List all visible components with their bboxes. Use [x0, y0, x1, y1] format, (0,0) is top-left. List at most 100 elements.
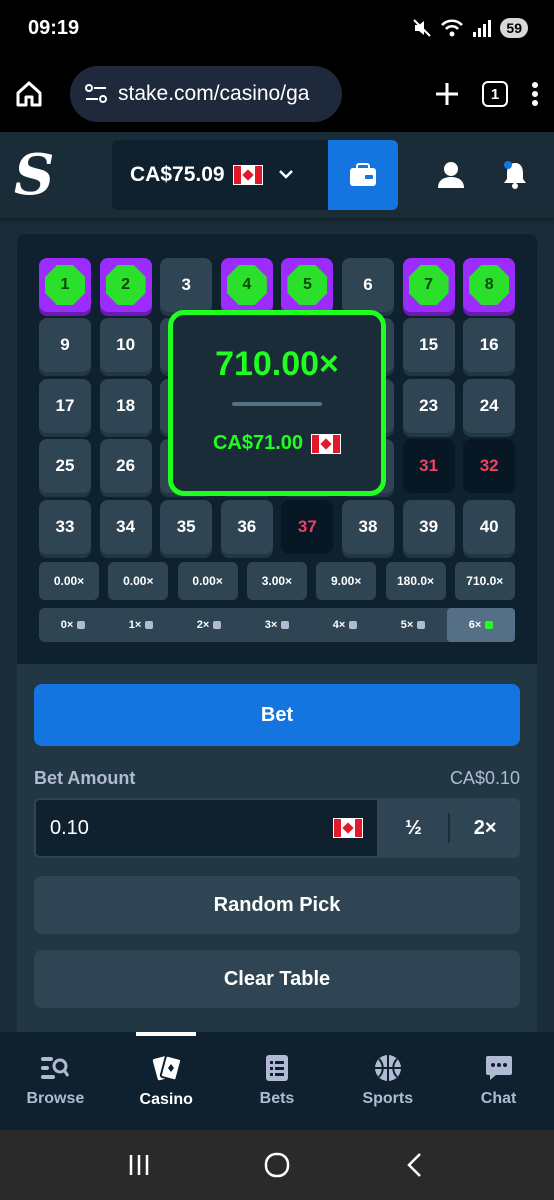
bet-controls: Bet Bet Amount CA$0.10 0.10 ½ 2× Random …: [17, 664, 537, 1034]
keno-tile[interactable]: 8: [463, 258, 516, 312]
payout-multiplier: 180.0×: [385, 562, 446, 600]
gem-icon: 8: [469, 265, 510, 305]
system-nav-bar: [0, 1130, 554, 1200]
hit-indicator-icon: [349, 621, 358, 629]
site-header: S CA$75.09: [0, 132, 554, 218]
keno-tile[interactable]: 15: [402, 318, 455, 373]
balance-selector[interactable]: CA$75.09: [112, 140, 328, 210]
keno-tile[interactable]: 9: [39, 318, 91, 373]
gem-icon: 1: [45, 265, 85, 305]
hit-count-label: 4×: [332, 619, 346, 631]
keno-tile[interactable]: 38: [342, 499, 394, 554]
hit-count-label: 2×: [196, 619, 210, 631]
browser-bar: stake.com/casino/ga 1: [0, 56, 554, 132]
status-icons: 59: [412, 18, 528, 38]
keno-tile[interactable]: 33: [39, 499, 91, 554]
keno-tile[interactable]: 35: [160, 499, 213, 554]
keno-tile[interactable]: 31: [402, 439, 455, 494]
keno-tile[interactable]: 1: [39, 258, 91, 312]
hit-count: 5×: [379, 608, 447, 642]
nav-bets-label: Bets: [259, 1090, 295, 1107]
bet-amount-input[interactable]: 0.10: [34, 798, 379, 858]
user-icon[interactable]: [436, 160, 466, 190]
bet-amount-fiat: CA$0.10: [449, 768, 520, 788]
mute-icon: [413, 19, 432, 37]
status-bar: 09:19 59: [0, 0, 554, 56]
stake-logo[interactable]: S: [14, 142, 84, 208]
keno-tile[interactable]: 4: [220, 258, 273, 312]
wifi-icon: [441, 19, 464, 37]
random-pick-button[interactable]: Random Pick: [34, 876, 520, 934]
sports-icon: [374, 1055, 401, 1081]
wallet: CA$75.09: [112, 140, 398, 210]
nav-sports[interactable]: Sports: [332, 1032, 443, 1130]
keno-tile[interactable]: 36: [220, 499, 273, 554]
nav-browse-label: Browse: [26, 1090, 85, 1107]
bets-icon: [265, 1055, 288, 1081]
keno-tile[interactable]: 5: [281, 258, 334, 312]
chat-icon: [485, 1056, 512, 1080]
casino-icon: [153, 1054, 182, 1082]
back-icon[interactable]: [400, 1150, 430, 1180]
hits-bar: 0× 1× 2× 3× 4× 5× 6×: [39, 608, 515, 642]
keno-tile[interactable]: 37: [281, 499, 334, 554]
keno-tile[interactable]: 18: [99, 378, 152, 433]
hit-count: 6×: [447, 608, 515, 642]
keno-tile[interactable]: 40: [463, 499, 516, 554]
keno-tile[interactable]: 25: [39, 439, 91, 494]
browser-actions: 1: [434, 81, 540, 107]
nav-sports-label: Sports: [362, 1090, 414, 1107]
hit-indicator-icon: [77, 621, 86, 629]
recent-apps-icon[interactable]: [124, 1150, 154, 1180]
notification-bell-icon[interactable]: [500, 160, 530, 190]
keno-tile[interactable]: 24: [463, 378, 516, 433]
more-menu-icon[interactable]: [530, 81, 540, 107]
url-bar[interactable]: stake.com/casino/ga: [70, 66, 342, 122]
site-settings-icon[interactable]: [84, 83, 108, 105]
nav-browse[interactable]: Browse: [0, 1032, 111, 1130]
bet-amount-label: Bet Amount: [34, 768, 136, 788]
nav-chat[interactable]: Chat: [443, 1032, 554, 1130]
keno-tile[interactable]: 34: [99, 499, 152, 554]
keno-tile[interactable]: 17: [39, 378, 91, 433]
tab-switcher-button[interactable]: 1: [482, 81, 508, 107]
half-bet-button[interactable]: ½: [379, 798, 449, 858]
new-tab-icon[interactable]: [434, 81, 460, 107]
keno-tile[interactable]: 2: [99, 258, 152, 312]
clear-table-button[interactable]: Clear Table: [34, 950, 520, 1008]
hit-count: 0×: [39, 608, 107, 642]
payout-multiplier: 0.00×: [108, 562, 169, 600]
keno-tile[interactable]: 23: [402, 378, 455, 433]
home-icon[interactable]: [14, 79, 44, 109]
status-time: 09:19: [28, 16, 80, 39]
bet-button[interactable]: Bet: [34, 684, 520, 746]
nav-bets[interactable]: Bets: [222, 1032, 333, 1130]
hit-count-label: 3×: [264, 619, 278, 631]
wallet-icon: [350, 163, 376, 186]
nav-casino[interactable]: Casino: [111, 1032, 222, 1130]
system-home-icon[interactable]: [262, 1150, 292, 1180]
keno-tile[interactable]: 10: [99, 318, 152, 373]
payout-multiplier: 0.00×: [39, 562, 99, 600]
payout-multiplier: 3.00×: [246, 562, 307, 600]
hit-count-label: 1×: [128, 619, 142, 631]
bottom-nav: Browse Casino Bets Sports Chat: [0, 1032, 554, 1130]
keno-tile[interactable]: 39: [402, 499, 455, 554]
signal-icon: [473, 20, 492, 37]
nav-chat-label: Chat: [480, 1090, 517, 1107]
keno-tile[interactable]: 6: [342, 258, 394, 312]
payout-multiplier: 710.0×: [454, 562, 515, 600]
keno-tile[interactable]: 16: [463, 318, 516, 373]
keno-tile[interactable]: 32: [463, 439, 516, 494]
keno-tile[interactable]: 7: [402, 258, 455, 312]
keno-tile[interactable]: 3: [160, 258, 213, 312]
double-bet-button[interactable]: 2×: [450, 798, 520, 858]
gem-icon: 5: [287, 265, 328, 305]
hit-indicator-icon: [485, 621, 494, 629]
wallet-button[interactable]: [328, 140, 398, 210]
payout-multiplier: 9.00×: [316, 562, 377, 600]
win-divider: [232, 402, 322, 406]
win-popup: 710.00× CA$71.00: [168, 310, 386, 496]
hit-count-label: 0×: [60, 619, 74, 631]
keno-tile[interactable]: 26: [99, 439, 152, 494]
